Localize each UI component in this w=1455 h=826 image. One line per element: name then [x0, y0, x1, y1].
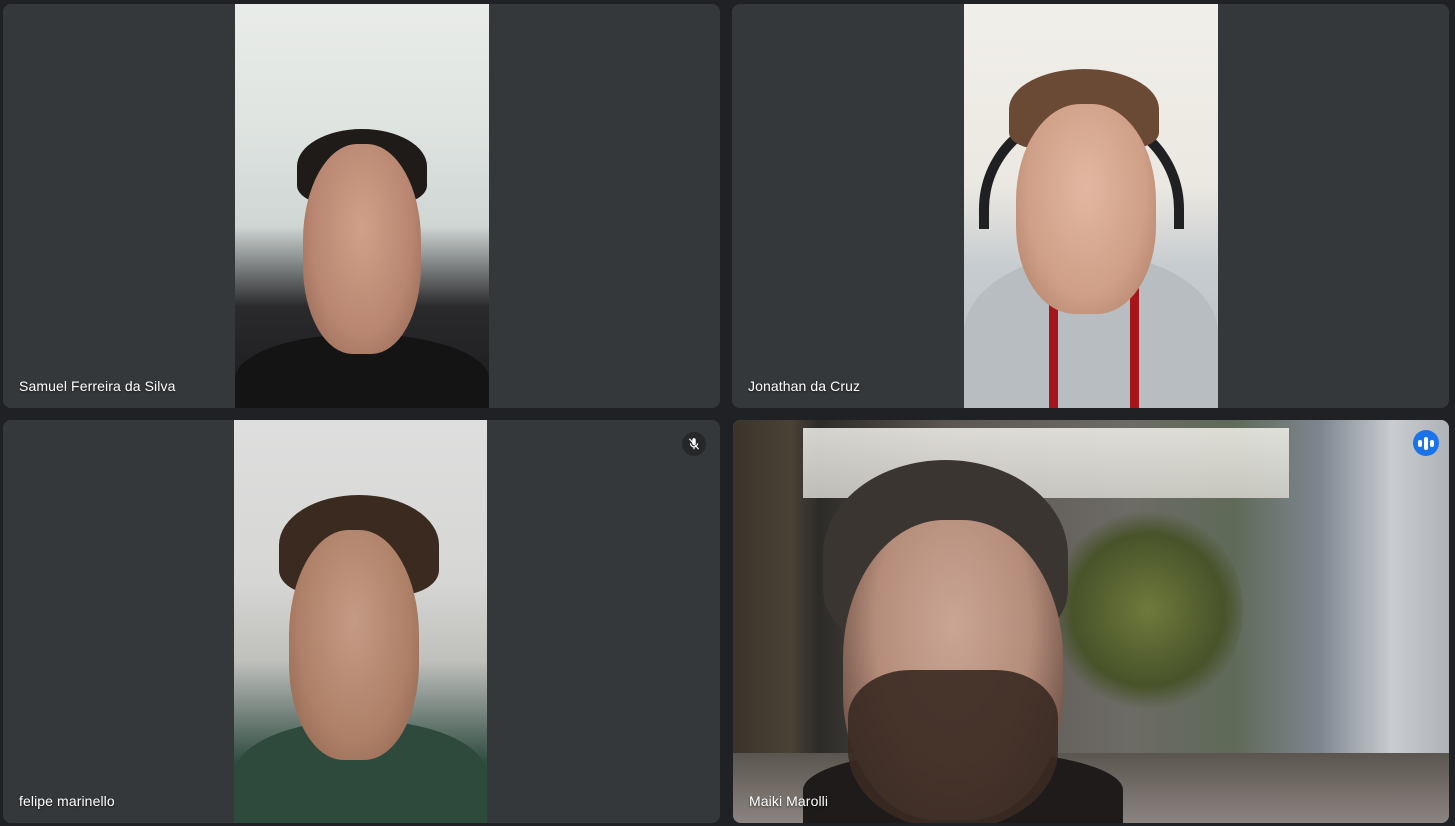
participant-tile-active-speaker[interactable]: Maiki Marolli — [733, 420, 1449, 823]
audio-level-icon — [1413, 430, 1439, 456]
participant-name: Jonathan da Cruz — [748, 378, 861, 394]
participant-name: Samuel Ferreira da Silva — [19, 378, 176, 394]
mic-off-icon — [682, 432, 706, 456]
participant-grid: Samuel Ferreira da Silva Jonathan da Cru… — [0, 0, 1455, 826]
participant-name: felipe marinello — [19, 793, 115, 809]
participant-beard — [848, 670, 1058, 823]
participant-tile[interactable]: felipe marinello — [3, 420, 720, 823]
participant-face — [289, 530, 419, 760]
participant-video — [964, 4, 1218, 408]
background-tree — [1053, 510, 1243, 710]
participant-tile[interactable]: Jonathan da Cruz — [732, 4, 1449, 408]
participant-video — [234, 420, 487, 823]
participant-tile[interactable]: Samuel Ferreira da Silva — [3, 4, 720, 408]
participant-face — [303, 144, 421, 354]
participant-name: Maiki Marolli — [749, 793, 829, 809]
participant-video — [235, 4, 489, 408]
participant-video — [733, 420, 1449, 823]
participant-face — [1016, 104, 1156, 314]
